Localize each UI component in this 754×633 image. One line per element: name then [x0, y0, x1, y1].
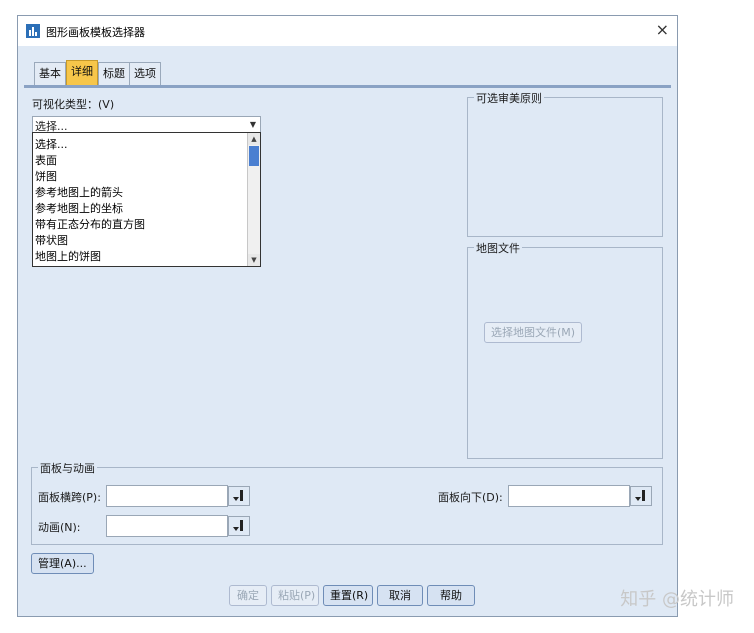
- help-button[interactable]: 帮助: [427, 585, 475, 606]
- tab-options[interactable]: 选项: [129, 62, 161, 86]
- list-scrollbar[interactable]: ▲ ▼: [247, 133, 260, 266]
- cancel-button[interactable]: 取消: [377, 585, 423, 606]
- select-map-file-button[interactable]: 选择地图文件(M): [484, 322, 583, 343]
- list-item[interactable]: 饼图: [35, 168, 57, 184]
- scroll-up-icon[interactable]: ▲: [248, 133, 260, 145]
- ok-button[interactable]: 确定: [229, 585, 267, 606]
- visual-type-select[interactable]: 选择... ▼: [32, 116, 261, 133]
- app-icon: [26, 24, 40, 38]
- panel-down-field[interactable]: [508, 485, 630, 507]
- paste-button[interactable]: 粘贴(P): [271, 585, 319, 606]
- drop-target-icon[interactable]: [228, 486, 250, 506]
- chart-board-template-dialog: 图形画板模板选择器 × 基本 详细 标题 选项 可视化类型：(V) 选择... …: [17, 15, 678, 617]
- window-title: 图形画板模板选择器: [46, 26, 145, 39]
- list-item[interactable]: 选择...: [35, 136, 68, 152]
- visual-type-dropdown-list[interactable]: 选择... 表面 饼图 参考地图上的箭头 参考地图上的坐标 带有正态分布的直方图…: [32, 132, 261, 267]
- panel-across-field[interactable]: [106, 485, 228, 507]
- panels-animation-group: 面板与动画 面板横跨(P): 面板向下(D): 动画(N):: [31, 460, 663, 545]
- list-item[interactable]: 带状图: [35, 232, 68, 248]
- list-item[interactable]: 地图上的饼图: [35, 248, 101, 264]
- animation-field[interactable]: [106, 515, 228, 537]
- reset-button[interactable]: 重置(R): [323, 585, 373, 606]
- map-file-legend: 地图文件: [474, 240, 522, 256]
- animation-label: 动画(N):: [38, 521, 81, 534]
- tab-detail[interactable]: 详细: [66, 60, 98, 86]
- tab-underline: [24, 85, 671, 88]
- manage-button[interactable]: 管理(A)...: [31, 553, 94, 574]
- drop-target-icon[interactable]: [630, 486, 652, 506]
- visual-type-label: 可视化类型：(V): [32, 98, 115, 111]
- scroll-down-icon[interactable]: ▼: [248, 254, 260, 266]
- aesthetics-group: 可选审美原则: [467, 90, 663, 237]
- list-item[interactable]: 带有正态分布的直方图: [35, 216, 145, 232]
- watermark: 知乎 @统计师: [620, 589, 734, 610]
- panel-down-label: 面板向下(D):: [438, 491, 503, 504]
- aesthetics-legend: 可选审美原则: [474, 90, 544, 106]
- drop-target-icon[interactable]: [228, 516, 250, 536]
- tab-basic[interactable]: 基本: [34, 62, 66, 86]
- map-file-group: 地图文件 选择地图文件(M): [467, 240, 663, 459]
- list-item[interactable]: 参考地图上的箭头: [35, 184, 123, 200]
- title-bar: 图形画板模板选择器 ×: [18, 16, 677, 46]
- panels-legend: 面板与动画: [38, 460, 97, 476]
- close-icon[interactable]: ×: [656, 20, 669, 39]
- panel-across-label: 面板横跨(P):: [38, 491, 101, 504]
- list-item[interactable]: 表面: [35, 152, 57, 168]
- chevron-down-icon: ▼: [249, 120, 256, 129]
- tab-titles[interactable]: 标题: [98, 62, 130, 86]
- scroll-thumb[interactable]: [249, 146, 259, 166]
- list-item[interactable]: 参考地图上的坐标: [35, 200, 123, 216]
